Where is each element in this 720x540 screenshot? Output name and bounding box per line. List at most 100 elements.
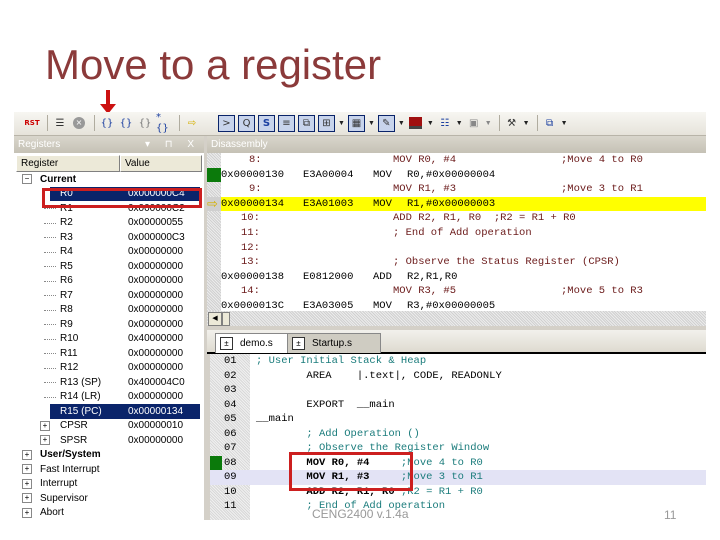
register-value[interactable]: 0x00000000 <box>128 304 183 315</box>
register-value[interactable]: 0x00000000 <box>128 391 183 402</box>
step-into-icon[interactable]: {} <box>99 115 115 131</box>
disassembly-line[interactable]: 0x00000134 E3A01003 MOV R1,#0x00000003 <box>221 196 706 212</box>
register-value[interactable]: 0x00000000 <box>128 290 183 301</box>
register-value[interactable]: 0x00000010 <box>128 420 183 431</box>
expand-icon[interactable]: + <box>40 420 50 431</box>
disassembly-line[interactable]: 8: MOV R0, #4 ;Move 4 to R0 <box>221 153 706 168</box>
watch-window-icon[interactable]: ⊞ <box>318 114 335 132</box>
pane-controls[interactable]: ▾ ⊓ X <box>145 136 200 153</box>
code-line[interactable]: 04 EXPORT __main <box>210 398 706 413</box>
column-register[interactable]: Register <box>16 155 120 172</box>
register-value[interactable]: 0x00000000 <box>128 319 183 330</box>
logic-analyzer-icon[interactable] <box>408 115 424 131</box>
expand-icon[interactable]: + <box>22 507 32 518</box>
code-line[interactable]: 06 ; Add Operation () <box>210 427 706 442</box>
reset-cpu-icon[interactable]: RST <box>24 115 40 131</box>
disassembly-line[interactable]: 12: <box>221 241 706 256</box>
serial-window-icon[interactable]: ✎ <box>377 114 395 132</box>
register-value[interactable]: 0x00000000 <box>128 275 183 286</box>
register-row[interactable]: R8 0x00000000 <box>14 303 204 318</box>
toolbox-icon[interactable]: ⚒ <box>504 115 520 131</box>
system-viewer-dropdown-icon[interactable]: ▼ <box>485 120 492 127</box>
register-value[interactable]: 0x00000000 <box>128 261 183 272</box>
register-value[interactable]: 0x00000000 <box>128 435 183 446</box>
register-value[interactable]: 0x00000000 <box>128 348 183 359</box>
register-row[interactable]: R15 (PC) 0x00000134 <box>50 404 200 419</box>
code-line[interactable]: 01 ; User Initial Stack & Heap <box>210 354 706 369</box>
register-row[interactable]: R4 0x00000000 <box>14 245 204 260</box>
system-viewer-icon[interactable]: ▣ <box>466 115 482 131</box>
window-layout-dropdown-icon[interactable]: ▼ <box>561 120 568 127</box>
register-row[interactable]: R9 0x00000000 <box>14 317 204 332</box>
disassembly-line[interactable]: 0x0000013C E3A03005 MOV R3,#0x00000005 <box>221 299 706 311</box>
register-group[interactable]: + User/System <box>14 448 204 463</box>
logic-analyzer-dropdown-icon[interactable]: ▼ <box>427 120 434 127</box>
code-line[interactable]: 03 <box>210 383 706 398</box>
scroll-left-icon[interactable]: ◀ <box>208 312 222 326</box>
expand-icon[interactable]: + <box>40 435 50 446</box>
register-value[interactable]: 0x00000000 <box>128 246 183 257</box>
register-row[interactable]: R5 0x00000000 <box>14 259 204 274</box>
register-group[interactable]: + Supervisor <box>14 491 204 506</box>
stop-icon[interactable]: × <box>71 115 87 131</box>
register-value[interactable]: 0x00000000 <box>128 362 183 373</box>
register-value[interactable]: 0x00000134 <box>128 406 183 417</box>
register-value[interactable]: 0x40000000 <box>128 333 183 344</box>
register-row[interactable]: R10 0x40000000 <box>14 332 204 347</box>
tab-startup-s[interactable]: ± Startup.s <box>287 333 381 353</box>
register-group[interactable]: + Interrupt <box>14 477 204 492</box>
expand-icon[interactable]: + <box>22 464 32 475</box>
show-next-statement-icon[interactable]: ⇨ <box>184 115 200 131</box>
disassembly-window-icon[interactable]: Q <box>238 114 255 132</box>
code-editor[interactable]: ⇨ 01; User Initial Stack & Heap02 AREA |… <box>210 354 706 520</box>
serial-dropdown-icon[interactable]: ▼ <box>398 120 405 127</box>
command-window-icon[interactable]: > <box>218 114 235 132</box>
code-line[interactable]: 07 ; Observe the Register Window <box>210 441 706 456</box>
register-row[interactable]: R6 0x00000000 <box>14 274 204 289</box>
register-value[interactable]: 0x400004C0 <box>128 377 185 388</box>
expand-icon[interactable]: + <box>22 478 32 489</box>
horizontal-scrollbar[interactable]: ◀ <box>207 311 706 326</box>
collapse-icon[interactable]: − <box>22 174 32 185</box>
watch-dropdown-icon[interactable]: ▼ <box>338 120 345 127</box>
column-value[interactable]: Value <box>120 155 202 172</box>
tree-root-current[interactable]: − Current <box>14 172 204 187</box>
disassembly-gutter[interactable]: ⇨ <box>207 153 221 311</box>
register-row[interactable]: R2 0x00000055 <box>14 216 204 231</box>
disassembly-line[interactable]: 0x00000138 E0812000 ADD R2,R1,R0 <box>221 270 706 285</box>
register-group[interactable]: + Fast Interrupt <box>14 462 204 477</box>
register-row[interactable]: + CPSR 0x00000010 <box>14 419 204 434</box>
memory-window-icon[interactable]: ▦ <box>347 114 365 132</box>
disassembly-line[interactable]: 10: ADD R2, R1, R0 ;R2 = R1 + R0 <box>221 211 706 226</box>
step-over-icon[interactable]: {} <box>118 115 134 131</box>
trace-icon[interactable]: ☰ <box>52 115 68 131</box>
run-to-cursor-icon[interactable]: *{} <box>156 112 172 134</box>
step-out-icon[interactable]: {} <box>137 115 153 131</box>
register-row[interactable]: R13 (SP) 0x400004C0 <box>14 375 204 390</box>
disassembly-line[interactable]: 13: ; Observe the Status Register (CPSR) <box>221 255 706 270</box>
expand-icon[interactable]: + <box>22 449 32 460</box>
window-layout-icon[interactable]: ⧉ <box>542 115 558 131</box>
register-row[interactable]: + SPSR 0x00000000 <box>14 433 204 448</box>
register-value[interactable]: 0x00000055 <box>128 217 183 228</box>
toolbox-dropdown-icon[interactable]: ▼ <box>523 120 530 127</box>
register-value[interactable]: 0x000000C3 <box>128 232 185 243</box>
register-row[interactable]: R11 0x00000000 <box>14 346 204 361</box>
register-row[interactable]: R14 (LR) 0x00000000 <box>14 390 204 405</box>
disassembly-line[interactable]: 14: MOV R3, #5 ;Move 5 to R3 <box>221 284 706 299</box>
code-line[interactable]: 02 AREA |.text|, CODE, READONLY <box>210 369 706 384</box>
registers-window-icon[interactable]: ≡ <box>278 114 295 132</box>
code-line[interactable]: 05 __main <box>210 412 706 427</box>
performance-analyzer-icon[interactable]: ☷ <box>437 115 453 131</box>
symbols-window-icon[interactable]: S <box>258 114 275 132</box>
code-line[interactable]: 08 MOV R0, #4 ;Move 4 to R0 <box>210 456 706 471</box>
register-row[interactable]: R7 0x00000000 <box>14 288 204 303</box>
register-group[interactable]: + Abort <box>14 506 204 521</box>
disassembly-line[interactable]: 11: ; End of Add operation <box>221 226 706 241</box>
code-line[interactable]: 09 MOV R1, #3 ;Move 3 to R1 <box>210 470 706 485</box>
expand-icon[interactable]: + <box>22 493 32 504</box>
code-line[interactable]: 10 ADD R2, R1, R0 ;R2 = R1 + R0 <box>210 485 706 500</box>
performance-dropdown-icon[interactable]: ▼ <box>456 120 463 127</box>
disassembly-line[interactable]: 0x00000130 E3A00004 MOV R0,#0x00000004 <box>221 168 706 183</box>
call-stack-icon[interactable]: ⧉ <box>298 114 315 132</box>
